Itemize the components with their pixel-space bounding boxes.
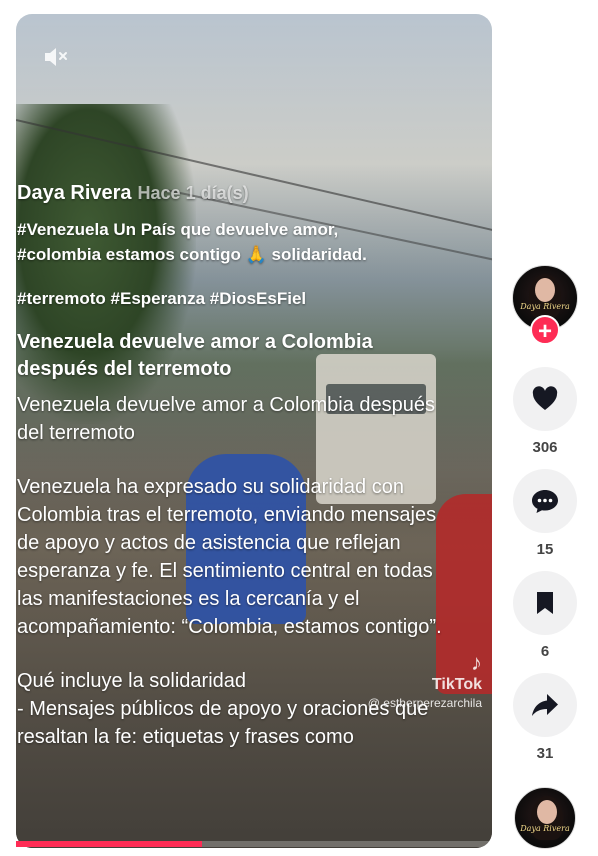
follow-button[interactable]: +	[530, 315, 560, 345]
muted-speaker-icon[interactable]	[42, 44, 72, 70]
creator-avatar-wrap: Daya Rivera +	[510, 265, 580, 355]
avatar: Daya Rivera	[514, 787, 576, 849]
share-action: 31	[510, 673, 580, 765]
post-body: Venezuela devuelve amor a Colombia despu…	[17, 391, 457, 751]
share-arrow-icon	[532, 694, 558, 716]
post-time: Hace 1 día(s)	[137, 183, 249, 203]
heart-icon	[532, 386, 558, 410]
share-count: 31	[536, 745, 554, 762]
author-line: Daya Rivera Hace 1 día(s)	[17, 182, 457, 205]
bookmark-icon	[537, 592, 553, 614]
post-subtitle: Venezuela devuelve amor a Colombia despu…	[17, 394, 436, 444]
like-count: 306	[532, 439, 558, 456]
post-headline: Venezuela devuelve amor a Colombia despu…	[17, 331, 373, 380]
author-name[interactable]: Daya Rivera	[17, 182, 132, 204]
section-title: Qué incluye la solidaridad	[17, 670, 247, 692]
comment-button[interactable]	[513, 469, 577, 533]
avatar-name: Daya Rivera	[520, 824, 570, 833]
action-bar: Daya Rivera + 306 15 6 31	[510, 265, 580, 765]
video-progress-fill	[16, 841, 202, 847]
music-disc-avatar[interactable]: Daya Rivera	[514, 787, 576, 849]
hashtag-line[interactable]: #Venezuela Un País que devuelve amor,	[17, 217, 457, 242]
hashtag-line[interactable]: #colombia estamos contigo 🙏 solidaridad.	[17, 242, 457, 267]
comment-icon	[532, 490, 558, 513]
video-progress-bar[interactable]	[16, 841, 492, 847]
section-item: - Mensajes públicos de apoyo y oraciones…	[17, 698, 429, 748]
like-action: 306	[510, 367, 580, 459]
video-caption: Daya Rivera Hace 1 día(s) #Venezuela Un P…	[17, 178, 457, 751]
hashtags: #Venezuela Un País que devuelve amor, #c…	[17, 217, 457, 267]
save-count: 6	[540, 643, 550, 660]
like-button[interactable]	[513, 367, 577, 431]
save-button[interactable]	[513, 571, 577, 635]
save-action: 6	[510, 571, 580, 663]
share-button[interactable]	[513, 673, 577, 737]
avatar-name: Daya Rivera	[520, 302, 570, 311]
hashtag-line[interactable]: #terremoto #Esperanza #DiosEsFiel	[17, 289, 457, 309]
comment-action: 15	[510, 469, 580, 561]
comment-count: 15	[536, 541, 554, 558]
post-paragraph: Venezuela ha expresado su solidaridad co…	[17, 476, 442, 638]
